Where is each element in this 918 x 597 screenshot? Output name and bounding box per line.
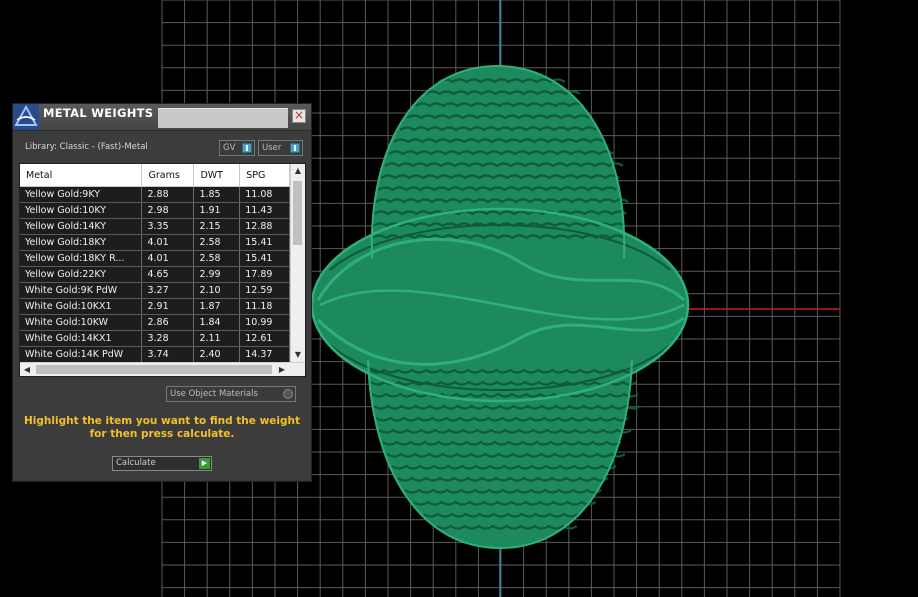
table-row[interactable]: Yellow Gold:14KY 3.35 2.15 12.88 <box>20 218 290 235</box>
column-header-grams[interactable]: Grams <box>141 164 195 187</box>
title-bar-fill <box>158 108 288 128</box>
table-row[interactable]: White Gold:10KW 2.86 1.84 10.99 <box>20 314 290 331</box>
table-row[interactable]: Yellow Gold:18KY R... 4.01 2.58 15.41 <box>20 250 290 267</box>
cell-dwt: 2.10 <box>193 282 241 299</box>
cell-dwt: 2.58 <box>193 250 241 267</box>
cell-spg: 17.89 <box>239 266 290 283</box>
cell-grams: 3.28 <box>141 330 195 347</box>
cell-spg: 12.61 <box>239 330 290 347</box>
cell-metal: Yellow Gold:22KY <box>20 266 143 283</box>
cell-grams: 4.01 <box>141 250 195 267</box>
calculate-button[interactable]: Calculate ▶ <box>112 456 212 471</box>
column-header-metal[interactable]: Metal <box>20 164 143 187</box>
cell-dwt: 1.84 <box>193 314 241 331</box>
table-row[interactable]: Yellow Gold:18KY 4.01 2.58 15.41 <box>20 234 290 251</box>
cell-spg: 14.37 <box>239 346 290 362</box>
toggle-knob-icon <box>242 143 252 153</box>
calculate-label: Calculate <box>116 458 156 468</box>
table-row[interactable]: Yellow Gold:22KY 4.65 2.99 17.89 <box>20 266 290 283</box>
panel-title: METAL WEIGHTS <box>43 106 154 120</box>
table-row[interactable]: Yellow Gold:9KY 2.88 1.85 11.08 <box>20 186 290 203</box>
gv-toggle[interactable]: GV <box>219 140 255 156</box>
table-row[interactable]: White Gold:10KX1 2.91 1.87 11.18 <box>20 298 290 315</box>
vertical-scroll-thumb[interactable] <box>293 181 302 245</box>
cell-spg: 10.99 <box>239 314 290 331</box>
cell-grams: 4.01 <box>141 234 195 251</box>
cell-spg: 12.59 <box>239 282 290 299</box>
cell-metal: White Gold:14K PdW <box>20 346 143 362</box>
cell-metal: Yellow Gold:18KY R... <box>20 250 143 267</box>
cell-grams: 3.74 <box>141 346 195 362</box>
play-arrow-icon: ▶ <box>199 458 210 469</box>
close-icon[interactable]: × <box>292 109 306 123</box>
scroll-left-icon[interactable]: ◀ <box>20 363 34 376</box>
cell-dwt: 1.87 <box>193 298 241 315</box>
cell-dwt: 1.85 <box>193 186 241 203</box>
table-row[interactable]: Yellow Gold:10KY 2.98 1.91 11.43 <box>20 202 290 219</box>
panel-title-bar[interactable]: METAL WEIGHTS × <box>13 104 311 131</box>
cell-dwt: 2.58 <box>193 234 241 251</box>
cell-metal: Yellow Gold:9KY <box>20 186 143 203</box>
cell-spg: 11.08 <box>239 186 290 203</box>
cell-metal: Yellow Gold:10KY <box>20 202 143 219</box>
toggle-knob-icon <box>290 143 300 153</box>
gv-toggle-label: GV <box>223 143 236 153</box>
vertical-scrollbar[interactable]: ▲ ▼ <box>290 164 305 362</box>
cell-dwt: 2.15 <box>193 218 241 235</box>
cell-dwt: 1.91 <box>193 202 241 219</box>
cell-metal: Yellow Gold:14KY <box>20 218 143 235</box>
cell-dwt: 2.40 <box>193 346 241 362</box>
user-toggle-label: User <box>262 143 282 153</box>
metal-table-body: Metal Grams DWT SPG Yellow Gold:9KY 2.88 1… <box>20 164 290 362</box>
cell-spg: 11.18 <box>239 298 290 315</box>
cell-spg: 12.88 <box>239 218 290 235</box>
cell-metal: White Gold:14KX1 <box>20 330 143 347</box>
cell-dwt: 2.11 <box>193 330 241 347</box>
cell-grams: 4.65 <box>141 266 195 283</box>
table-row[interactable]: White Gold:9K PdW 3.27 2.10 12.59 <box>20 282 290 299</box>
cell-metal: White Gold:10KX1 <box>20 298 143 315</box>
cell-grams: 3.27 <box>141 282 195 299</box>
instruction-text: Highlight the item you want to find the … <box>24 415 300 440</box>
radio-icon[interactable] <box>283 389 293 399</box>
table-header-row: Metal Grams DWT SPG <box>20 164 290 187</box>
metal-weights-panel: METAL WEIGHTS × Library: Classic - (Fast… <box>12 103 312 482</box>
table-row[interactable]: White Gold:14K PdW 3.74 2.40 14.37 <box>20 346 290 362</box>
cell-grams: 2.86 <box>141 314 195 331</box>
scroll-down-icon[interactable]: ▼ <box>291 348 305 362</box>
cell-spg: 11.43 <box>239 202 290 219</box>
library-label: Library: Classic - (Fast)-Metal <box>25 142 148 152</box>
cell-spg: 15.41 <box>239 234 290 251</box>
cell-dwt: 2.99 <box>193 266 241 283</box>
use-object-materials-toggle[interactable]: Use Object Materials <box>166 386 296 402</box>
cell-grams: 2.88 <box>141 186 195 203</box>
use-object-materials-label: Use Object Materials <box>170 389 258 399</box>
cell-spg: 15.41 <box>239 250 290 267</box>
cell-metal: Yellow Gold:18KY <box>20 234 143 251</box>
cell-metal: White Gold:9K PdW <box>20 282 143 299</box>
horizontal-scroll-thumb[interactable] <box>36 365 272 374</box>
scroll-up-icon[interactable]: ▲ <box>291 164 305 178</box>
user-toggle[interactable]: User <box>258 140 303 156</box>
cell-metal: White Gold:10KW <box>20 314 143 331</box>
metal-table: Metal Grams DWT SPG Yellow Gold:9KY 2.88 1… <box>19 163 306 377</box>
app-logo-icon <box>13 104 39 130</box>
cell-grams: 2.91 <box>141 298 195 315</box>
cell-grams: 3.35 <box>141 218 195 235</box>
horizontal-scrollbar[interactable]: ◀ ▶ <box>20 362 305 376</box>
cell-grams: 2.98 <box>141 202 195 219</box>
column-header-dwt[interactable]: DWT <box>193 164 241 187</box>
scroll-right-icon[interactable]: ▶ <box>275 363 289 376</box>
column-header-spg[interactable]: SPG <box>239 164 290 187</box>
table-row[interactable]: White Gold:14KX1 3.28 2.11 12.61 <box>20 330 290 347</box>
